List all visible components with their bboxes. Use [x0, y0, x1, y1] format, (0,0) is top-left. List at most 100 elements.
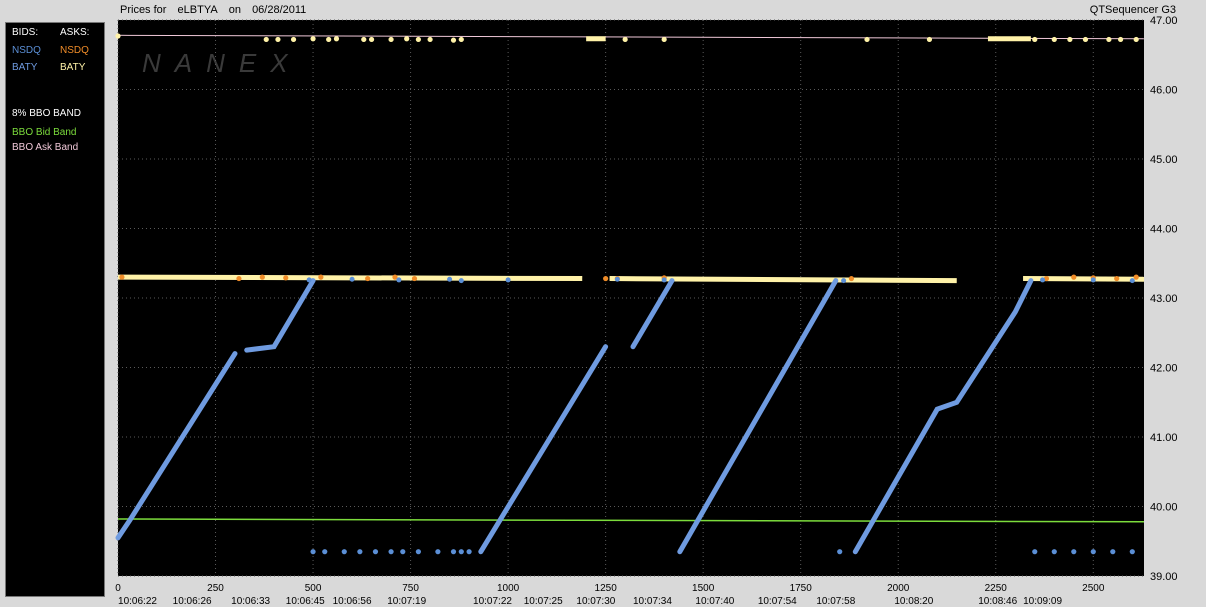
app-frame: Prices for eLBTYA on 06/28/2011 QTSequen…: [0, 0, 1206, 607]
nsdq-ask-point: [1071, 274, 1077, 280]
nsdq-bid-point: [447, 276, 453, 282]
x-tick-label: 0: [115, 583, 121, 594]
nsdq-bid-low-point: [400, 549, 406, 555]
y-tick-label: 41.00: [1150, 432, 1178, 444]
nsdq-bid-low-point: [837, 549, 843, 555]
x-tick-label: 1750: [790, 583, 813, 594]
x-time-label: 10:07:54: [758, 596, 797, 607]
nsdq-bid-point: [1129, 278, 1135, 284]
nsdq-ask-point: [119, 274, 125, 280]
nsdq-ask-point: [318, 274, 324, 280]
nsdq-ask-point: [259, 274, 265, 280]
x-time-label: 10:06:33: [231, 596, 270, 607]
x-tick-label: 250: [207, 583, 224, 594]
x-time-label: 10:07:58: [816, 596, 855, 607]
y-tick-label: 42.00: [1150, 363, 1178, 375]
nsdq-bid-point: [349, 276, 355, 282]
y-tick-label: 43.00: [1150, 293, 1178, 305]
nsdq-ask-point: [1114, 275, 1120, 282]
x-time-label: 10:07:34: [633, 596, 672, 607]
y-tick-label: 44.00: [1150, 224, 1178, 236]
nsdq-bid-low-point: [1129, 549, 1135, 555]
baty-ask-point: [622, 36, 628, 43]
x-tick-label: 1000: [497, 583, 520, 594]
x-time-label: 10:07:40: [695, 596, 734, 607]
x-time-label: 10:07:30: [576, 596, 615, 607]
x-time-label: 10:07:19: [387, 596, 426, 607]
nsdq-bid-low-point: [1071, 549, 1077, 555]
nsdq-bid-low-point: [435, 549, 441, 555]
nsdq-bid-point: [505, 277, 511, 283]
baty-ask-line: [609, 276, 957, 284]
nsdq-ask-point: [411, 275, 418, 282]
x-time-label: 10:06:56: [333, 596, 372, 607]
x-tick-label: 1250: [595, 583, 618, 594]
x-tick-label: 2000: [887, 583, 910, 594]
y-tick-label: 45.00: [1150, 154, 1178, 166]
x-time-label: 10:07:25: [524, 596, 563, 607]
baty-ask-point: [1051, 36, 1057, 43]
baty-ask-point: [115, 33, 121, 39]
baty-ask-point: [361, 36, 367, 43]
y-tick-label: 40.00: [1150, 502, 1178, 514]
nsdq-bid-low-point: [415, 549, 421, 555]
nsdq-bid-low-point: [466, 549, 472, 555]
baty-ask-point: [310, 36, 316, 42]
baty-ask-point: [290, 36, 297, 43]
nsdq-bid-low-point: [388, 549, 394, 555]
x-time-label: 10:08:46: [978, 596, 1017, 607]
x-tick-label: 750: [402, 583, 419, 594]
baty-ask-point: [1106, 36, 1112, 43]
nsdq-bid-low-point: [372, 549, 379, 555]
x-time-label: 10:06:26: [173, 596, 212, 607]
baty-ask-point: [458, 36, 464, 43]
nsdq-bid-low-point: [1032, 549, 1038, 555]
nsdq-bid-point: [1090, 277, 1096, 283]
baty-ask-point: [333, 36, 340, 42]
nsdq-ask-point: [283, 275, 289, 281]
nsdq-bid-low-point: [450, 549, 457, 555]
nsdq-bid-low-point: [357, 549, 363, 555]
nsdq-bid-low-point: [1051, 549, 1057, 555]
x-time-label: 10:06:22: [118, 596, 157, 607]
x-tick-label: 2250: [985, 583, 1008, 594]
baty-ask-point: [1082, 36, 1089, 43]
y-tick-label: 46.00: [1150, 85, 1178, 97]
baty-ask-point: [1133, 36, 1139, 43]
nsdq-ask-point: [1133, 274, 1139, 280]
x-time-label: 10:07:22: [473, 596, 512, 607]
baty-ask-point: [415, 36, 421, 43]
nsdq-ask-point: [236, 275, 242, 282]
nsdq-bid-point: [306, 277, 312, 283]
price-chart: NANEX 39.00 40.00 41.00 42.00 43.00 44.00 45.00…: [115, 15, 1178, 607]
y-tick-label: 39.00: [1150, 571, 1178, 583]
nsdq-bid-low-point: [322, 549, 328, 555]
x-time-label: 10:06:45: [286, 596, 325, 607]
baty-ask-point: [263, 36, 269, 43]
nsdq-bid-low-point: [1090, 549, 1096, 555]
baty-ask-point: [368, 36, 375, 43]
nsdq-bid-point: [841, 278, 847, 284]
nsdq-bid-low-point: [1110, 549, 1116, 555]
nsdq-bid-low-point: [458, 549, 464, 555]
x-time-label: 10:08:20: [894, 596, 933, 607]
baty-ask-point: [427, 36, 433, 43]
nsdq-bid-low-point: [310, 549, 316, 555]
baty-ask-point: [450, 37, 457, 43]
x-tick-label: 1500: [692, 583, 715, 594]
baty-ask-point: [1117, 36, 1124, 43]
baty-ask-point: [661, 36, 667, 43]
baty-ask-point: [404, 36, 410, 42]
nsdq-ask-point: [365, 275, 371, 282]
nsdq-ask-point: [603, 275, 609, 282]
x-time-label: 10:09:09: [1023, 596, 1062, 607]
nsdq-bid-point: [614, 276, 620, 282]
watermark: NANEX: [142, 48, 302, 78]
nsdq-bid-point: [661, 277, 667, 283]
nsdq-ask-point: [848, 275, 855, 282]
nsdq-bid-point: [1040, 277, 1046, 283]
nsdq-bid-point: [396, 277, 402, 283]
baty-ask-point: [326, 36, 332, 43]
baty-ask-point: [864, 36, 870, 43]
y-tick-label: 47.00: [1150, 15, 1178, 27]
